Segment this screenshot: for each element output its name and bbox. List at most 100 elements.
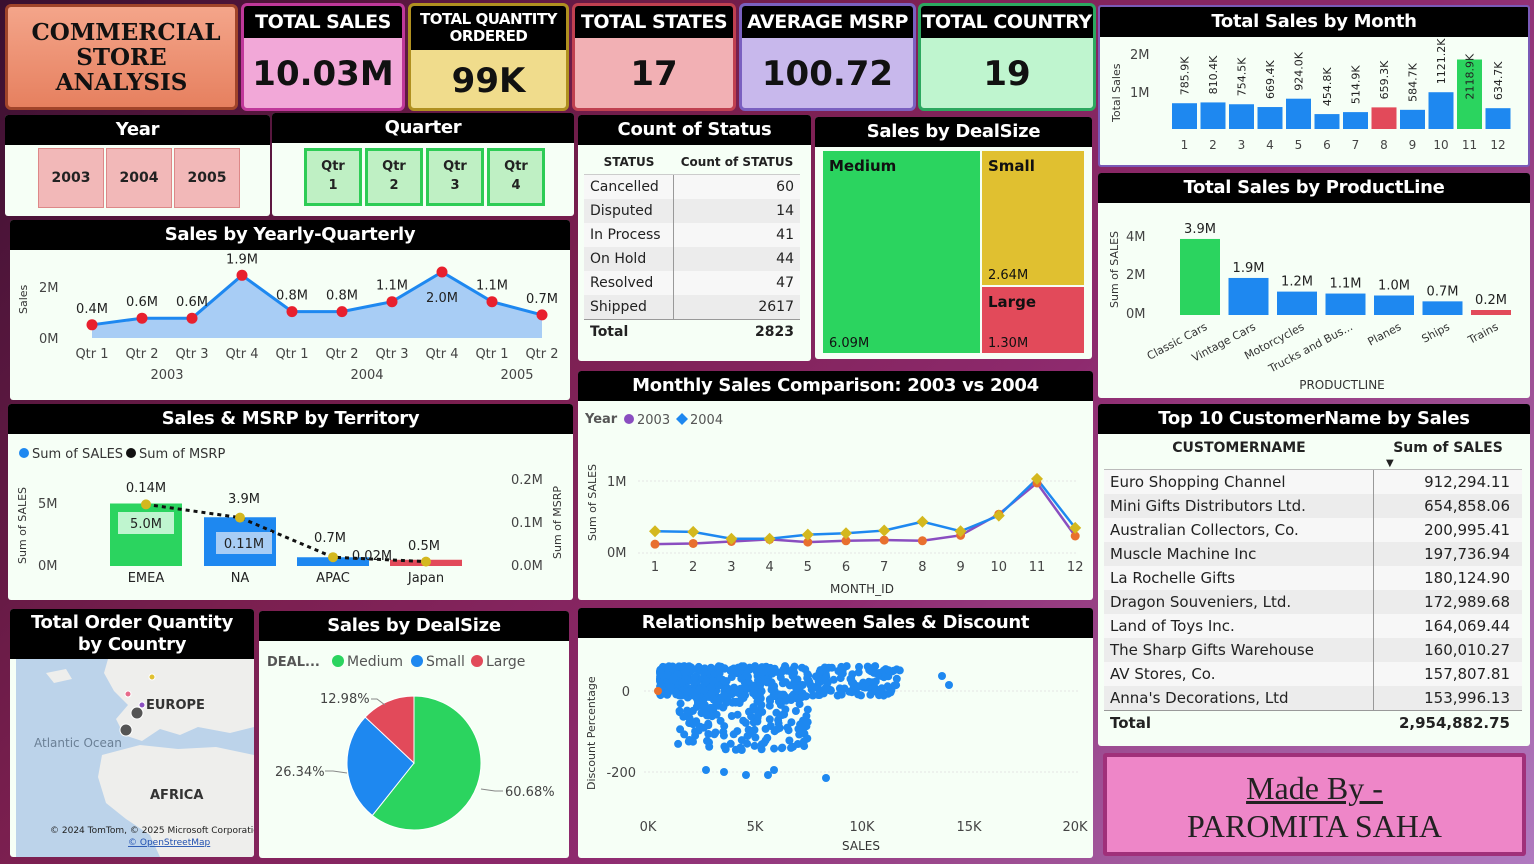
scatter-point	[820, 663, 829, 672]
treemap-small[interactable]: Small 2.64M	[982, 151, 1084, 285]
bar[interactable]	[1277, 291, 1317, 315]
quarter-option-2[interactable]: Qtr 2	[365, 148, 423, 206]
data-point[interactable]	[286, 306, 298, 318]
x-tick: Qtr 3	[375, 347, 408, 362]
data-point[interactable]	[86, 319, 98, 331]
table-row[interactable]: AV Stores, Co. 157,807.81	[1104, 662, 1522, 686]
table-row[interactable]: Dragon Souveniers, Ltd. 172,989.68	[1104, 590, 1522, 614]
table-row[interactable]: Australian Collectors, Co. 200,995.41	[1104, 518, 1522, 542]
quarter-option-1[interactable]: Qtr 1	[304, 148, 362, 206]
x-axis-label: SALES	[842, 839, 880, 853]
bar[interactable]	[1400, 109, 1425, 129]
status-name: On Hold	[584, 247, 674, 271]
bar[interactable]	[1485, 108, 1511, 129]
map-osm-link[interactable]: © OpenStreetMap	[128, 838, 211, 848]
sort-desc-icon[interactable]: ▼	[1386, 452, 1394, 476]
scatter-point	[739, 694, 748, 703]
bar[interactable]	[1314, 114, 1340, 129]
bar[interactable]	[1325, 293, 1366, 315]
table-row[interactable]: La Rochelle Gifts 180,124.90	[1104, 566, 1522, 590]
data-point[interactable]	[486, 296, 498, 308]
map-marker[interactable]	[148, 673, 156, 681]
bar[interactable]	[1172, 103, 1197, 129]
bar[interactable]	[1257, 107, 1283, 129]
bar[interactable]	[1343, 112, 1368, 129]
point-2003[interactable]	[917, 536, 927, 546]
bar[interactable]	[1374, 295, 1414, 316]
point-2003[interactable]	[879, 535, 889, 545]
column-header-status[interactable]: STATUS	[584, 149, 674, 174]
bar[interactable]	[1229, 104, 1254, 129]
data-point[interactable]	[386, 296, 398, 308]
year-option-2003[interactable]: 2003	[38, 148, 104, 208]
table-row[interactable]: Mini Gifts Distributors Ltd. 654,858.06	[1104, 494, 1522, 518]
column-header-sales[interactable]: Sum of SALES ▼	[1374, 436, 1522, 469]
year-option-2004[interactable]: 2004	[106, 148, 172, 208]
y2-tick: 0.0M	[511, 559, 543, 574]
treemap-large[interactable]: Large 1.30M	[982, 287, 1084, 353]
scatter-point	[663, 690, 672, 699]
data-point[interactable]	[136, 312, 148, 324]
map-marker[interactable]	[119, 723, 133, 737]
bar[interactable]	[1228, 277, 1269, 315]
scatter-point	[783, 723, 792, 732]
point-2004[interactable]	[801, 528, 814, 541]
table-row[interactable]: Resolved 47	[584, 271, 800, 295]
y-tick: 0	[622, 685, 630, 700]
bar[interactable]	[1180, 238, 1220, 315]
point-2004[interactable]	[763, 532, 776, 545]
bar[interactable]	[1200, 102, 1226, 129]
data-label: 0.6M	[176, 295, 208, 310]
table-row[interactable]: Anna's Decorations, Ltd 153,996.13	[1104, 686, 1522, 710]
point-2003[interactable]	[650, 539, 660, 549]
column-header-customer[interactable]: CUSTOMERNAME	[1104, 436, 1374, 469]
scatter-point	[749, 689, 758, 698]
point-2004[interactable]	[687, 525, 700, 538]
table-row[interactable]: Land of Toys Inc. 164,069.44	[1104, 614, 1522, 638]
data-point[interactable]	[536, 309, 548, 321]
table-row[interactable]: Cancelled 60	[584, 175, 800, 199]
data-point[interactable]	[336, 306, 348, 318]
data-point[interactable]	[236, 269, 248, 281]
country-map[interactable]: EUROPE Atlantic Ocean AFRICA © 2024 TomT…	[10, 659, 254, 857]
point-2004[interactable]	[840, 527, 852, 540]
year-option-2005[interactable]: 2005	[174, 148, 240, 208]
bar[interactable]	[1422, 301, 1463, 315]
table-row[interactable]: Disputed 14	[584, 199, 800, 223]
bar[interactable]	[1371, 107, 1397, 129]
scatter-point	[728, 698, 737, 707]
map-marker[interactable]	[124, 690, 132, 698]
msrp-point[interactable]	[141, 499, 151, 510]
customer-name: La Rochelle Gifts	[1104, 566, 1374, 590]
bar[interactable]	[1471, 310, 1511, 315]
data-point[interactable]	[436, 266, 448, 278]
point-2003[interactable]	[688, 538, 698, 548]
x-tick: Ships	[1420, 320, 1453, 346]
table-row[interactable]: In Process 41	[584, 223, 800, 247]
point-2004[interactable]	[916, 515, 929, 528]
treemap-medium[interactable]: Medium 6.09M	[823, 151, 980, 353]
quarter-option-3[interactable]: Qtr 3	[426, 148, 484, 206]
point-2004[interactable]	[878, 524, 891, 537]
data-point[interactable]	[186, 312, 198, 324]
column-header-count[interactable]: Count of STATUS	[674, 149, 800, 174]
msrp-point[interactable]	[421, 556, 431, 567]
map-marker[interactable]	[130, 706, 144, 720]
scatter-point	[719, 731, 728, 740]
table-row[interactable]: Shipped 2617	[584, 295, 800, 319]
quarter-option-4[interactable]: Qtr 4	[487, 148, 545, 206]
point-2004[interactable]	[649, 525, 661, 538]
table-row[interactable]: On Hold 44	[584, 247, 800, 271]
scatter-point	[778, 743, 787, 752]
msrp-point[interactable]	[328, 552, 338, 563]
bar[interactable]	[1286, 98, 1311, 129]
bar[interactable]	[1428, 92, 1454, 129]
x-axis-label: PRODUCTLINE	[1299, 378, 1385, 392]
table-row[interactable]: The Sharp Gifts Warehouse 160,010.27	[1104, 638, 1522, 662]
scatter-point	[884, 666, 893, 675]
table-row[interactable]: Euro Shopping Channel 912,294.11	[1104, 470, 1522, 494]
table-row[interactable]: Muscle Machine Inc 197,736.94	[1104, 542, 1522, 566]
map-marker[interactable]	[138, 701, 146, 709]
msrp-point[interactable]	[235, 512, 245, 523]
scatter-point	[792, 684, 801, 693]
